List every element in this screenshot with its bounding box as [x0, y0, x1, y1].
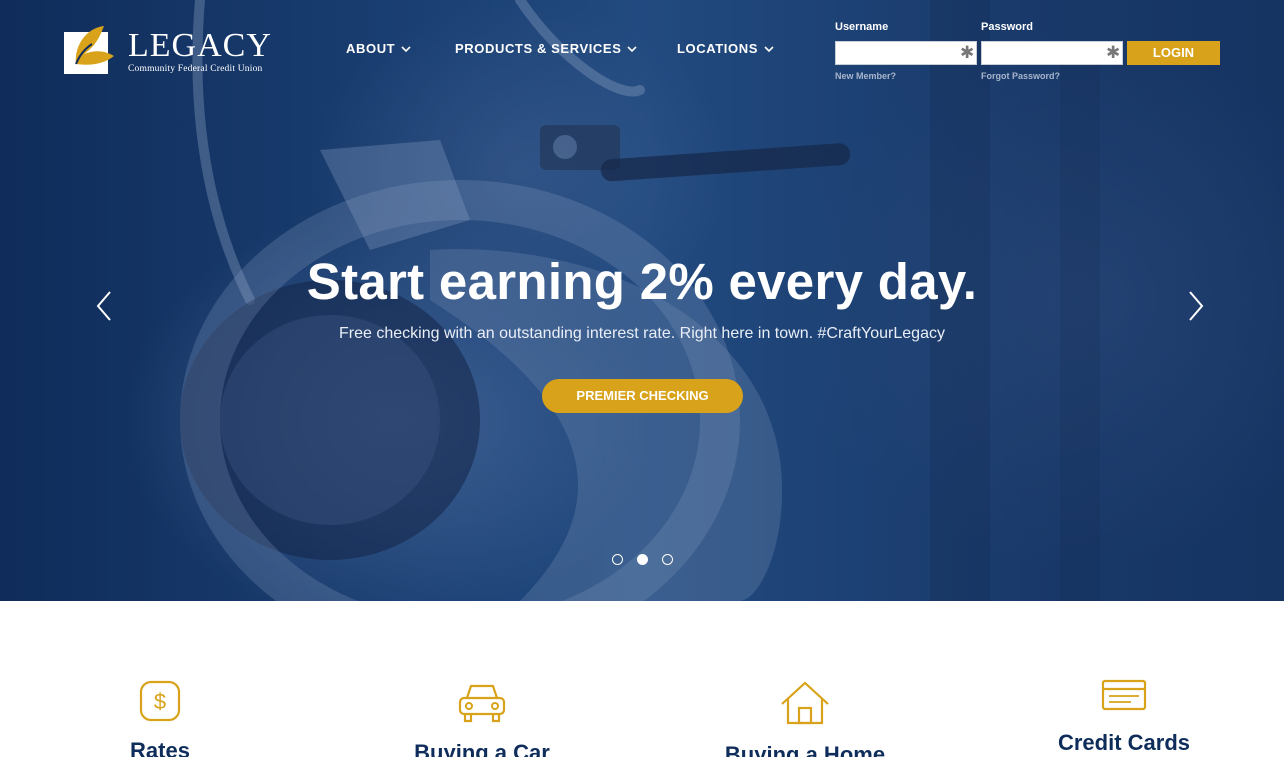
feature-label: Credit Cards	[1057, 730, 1191, 755]
username-label: Username	[835, 21, 889, 33]
required-asterisk-icon: ✱	[960, 43, 975, 62]
chevron-down-icon	[401, 45, 411, 52]
password-label: Password	[981, 21, 1033, 33]
hero-headline: Start earning 2% every day.	[306, 253, 978, 310]
hero-banner: LEGACY Community Federal Credit Union AB…	[0, 0, 1284, 601]
login-button[interactable]: LOGIN	[1127, 41, 1220, 65]
chevron-down-icon	[627, 45, 638, 52]
feature-rates[interactable]: $ Rates	[60, 680, 260, 757]
premier-checking-button[interactable]: PREMIER CHECKING	[542, 379, 743, 413]
carousel-dot[interactable]	[612, 554, 623, 565]
feature-buying-a-car[interactable]: Buying a Car	[382, 680, 582, 757]
logo-wordmark: LEGACY	[128, 27, 272, 64]
feature-label: Buying a Home	[724, 742, 886, 757]
svg-text:$: $	[154, 689, 166, 714]
feature-label: Buying a Car	[414, 740, 550, 757]
forgot-password-link[interactable]: Forgot Password?	[981, 71, 1060, 81]
feature-buying-a-home[interactable]: Buying a Home	[702, 680, 908, 757]
hero-subline: Free checking with an outstanding intere…	[339, 325, 945, 342]
nav-item-locations[interactable]: LOCATIONS	[677, 41, 774, 56]
nav-item-label: PRODUCTS & SERVICES	[455, 41, 622, 56]
username-input[interactable]	[835, 41, 977, 65]
dollar-icon: $	[139, 680, 181, 722]
chevron-down-icon	[764, 45, 774, 52]
feature-label: Rates	[130, 738, 190, 757]
required-asterisk-icon: ✱	[1106, 43, 1121, 62]
carousel-indicators	[610, 554, 676, 566]
password-input[interactable]	[981, 41, 1123, 65]
feature-credit-cards[interactable]: Credit Cards	[1024, 678, 1224, 757]
credit-card-icon	[1101, 679, 1147, 711]
logo-tagline: Community Federal Credit Union	[128, 64, 263, 74]
house-icon	[781, 681, 829, 725]
carousel-dot[interactable]	[662, 554, 673, 565]
legacy-logo[interactable]: LEGACY Community Federal Credit Union	[64, 24, 271, 76]
logo-leaf-icon	[64, 26, 114, 74]
nav-item-label: ABOUT	[346, 41, 396, 56]
nav-item-label: LOCATIONS	[677, 41, 758, 56]
carousel-dot-active[interactable]	[637, 554, 648, 565]
new-member-link[interactable]: New Member?	[835, 71, 896, 81]
nav-item-products-services[interactable]: PRODUCTS & SERVICES	[455, 41, 638, 56]
nav-item-about[interactable]: ABOUT	[346, 41, 411, 56]
car-icon	[458, 684, 506, 723]
